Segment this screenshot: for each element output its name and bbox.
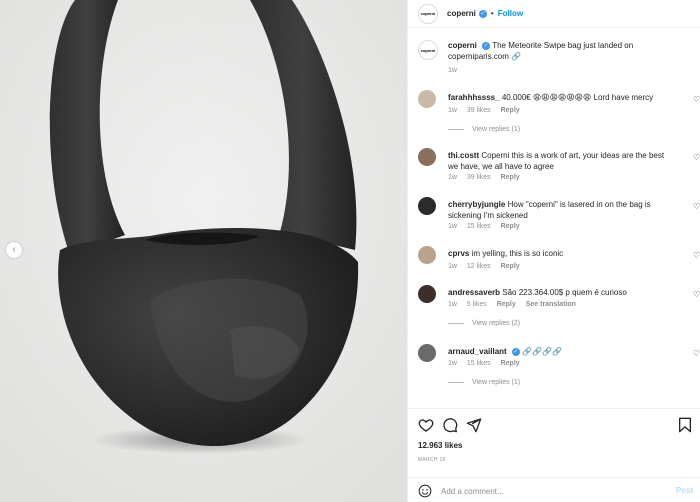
comment-time: 1w <box>448 360 457 367</box>
divider <box>448 128 464 130</box>
reply-button[interactable]: Reply <box>501 223 520 230</box>
comment-likes[interactable]: 15 likes <box>467 223 491 230</box>
emoji-icon[interactable] <box>418 484 432 498</box>
post-sidebar: coperni coperni ✓ • Follow coperni coper… <box>407 0 700 502</box>
comment-meta: 1w 12 likes Reply <box>448 263 528 270</box>
reply-button[interactable]: Reply <box>501 174 520 181</box>
comment-time: 1w <box>448 174 457 181</box>
comment-likes[interactable]: 15 likes <box>467 360 491 367</box>
view-replies-label: View replies (1) <box>472 379 521 386</box>
comment-username[interactable]: arnaud_vaillant <box>448 347 507 356</box>
comment-body: Coperni this is a work of art, your idea… <box>448 151 665 171</box>
post-button[interactable]: Post <box>676 486 693 495</box>
comment-text: thi.costt Coperni this is a work of art,… <box>448 150 674 172</box>
comment-username[interactable]: farahhhssss_ <box>448 93 500 102</box>
heart-icon[interactable]: ♡ <box>693 95 700 104</box>
verified-badge-icon: ✓ <box>478 9 487 18</box>
caption-avatar[interactable]: coperni <box>418 40 438 60</box>
post-footer: 12.963 likes MARCH 16 Post <box>408 408 700 502</box>
action-bar <box>418 417 693 435</box>
reply-button[interactable]: Reply <box>497 301 516 308</box>
comment-body: 🔗🔗🔗🔗 <box>522 347 562 356</box>
comment-username[interactable]: andressaverb <box>448 288 500 297</box>
comment-meta: 1w 39 likes Reply <box>448 107 528 114</box>
commenter-avatar[interactable] <box>418 344 436 362</box>
comment-icon[interactable] <box>442 417 458 433</box>
comment-text: cherrybyjungle How "coperni" is lasered … <box>448 199 674 221</box>
comment-body: São 223.364.00$ p quem é curioso <box>502 288 627 297</box>
divider <box>448 381 464 383</box>
add-comment-bar: Post <box>408 477 700 502</box>
caption-time: 1w <box>448 67 457 74</box>
comment-likes[interactable]: 39 likes <box>467 107 491 114</box>
commenter-avatar[interactable] <box>418 148 436 166</box>
heart-icon[interactable]: ♡ <box>693 349 700 358</box>
comment-meta: 1w 39 likes Reply <box>448 174 528 181</box>
verified-badge-icon: ✓ <box>482 41 491 50</box>
comment-meta: 1w 15 likes Reply <box>448 223 528 230</box>
post-header: coperni coperni ✓ • Follow <box>408 0 700 28</box>
comment-input[interactable] <box>441 484 661 498</box>
comment-likes[interactable]: 12 likes <box>467 263 491 270</box>
verified-badge-icon: ✓ <box>511 347 520 356</box>
comment-meta: 1w 15 likes Reply <box>448 360 528 367</box>
comment-likes[interactable]: 5 likes <box>467 301 487 308</box>
heart-icon[interactable] <box>418 417 434 433</box>
comment-username[interactable]: cprvs <box>448 249 469 258</box>
heart-icon[interactable]: ♡ <box>693 153 700 162</box>
reply-button[interactable]: Reply <box>501 263 520 270</box>
share-icon[interactable] <box>466 417 482 433</box>
comment-text: arnaud_vaillant ✓ 🔗🔗🔗🔗 <box>448 346 674 357</box>
meteorite-bag-illustration <box>0 0 407 502</box>
comment-text: andressaverb São 223.364.00$ p quem é cu… <box>448 287 674 298</box>
comment-text: cprvs im yelling, this is so iconic <box>448 248 674 259</box>
comment-body: im yelling, this is so iconic <box>471 249 564 258</box>
separator-dot: • <box>490 9 494 18</box>
commenter-avatar[interactable] <box>418 90 436 108</box>
comment-text: farahhhssss_ 40.000€ 😩😩😩😩😩😩😩 Lord have m… <box>448 92 674 103</box>
caption-username[interactable]: coperni <box>448 41 477 50</box>
comment-username[interactable]: thi.costt <box>448 151 479 160</box>
reply-button[interactable]: Reply <box>501 360 520 367</box>
divider <box>448 322 464 324</box>
heart-icon[interactable]: ♡ <box>693 251 700 260</box>
post-image[interactable]: ‹ <box>0 0 407 502</box>
post-date: MARCH 16 <box>418 457 446 463</box>
heart-icon[interactable]: ♡ <box>693 202 700 211</box>
view-replies-button[interactable]: View replies (2) <box>448 320 520 327</box>
view-replies-label: View replies (1) <box>472 126 521 133</box>
view-replies-button[interactable]: View replies (1) <box>448 379 520 386</box>
comment-time: 1w <box>448 301 457 308</box>
comments-scroll-area[interactable]: coperni coperni ✓ The Meteorite Swipe ba… <box>408 28 700 408</box>
follow-button[interactable]: Follow <box>498 9 523 18</box>
comment-time: 1w <box>448 223 457 230</box>
chevron-left-icon[interactable]: ‹ <box>6 242 22 258</box>
commenter-avatar[interactable] <box>418 285 436 303</box>
likes-count[interactable]: 12.963 likes <box>418 441 462 450</box>
reply-button[interactable]: Reply <box>501 107 520 114</box>
comment-time: 1w <box>448 107 457 114</box>
comment-time: 1w <box>448 263 457 270</box>
comment-meta: 1w 5 likes Reply See translation <box>448 301 584 308</box>
view-replies-button[interactable]: View replies (1) <box>448 126 520 133</box>
see-translation-button[interactable]: See translation <box>526 301 576 308</box>
commenter-avatar[interactable] <box>418 197 436 215</box>
view-replies-label: View replies (2) <box>472 320 521 327</box>
commenter-avatar[interactable] <box>418 246 436 264</box>
caption-text: coperni ✓ The Meteorite Swipe bag just l… <box>448 40 678 62</box>
comment-body: 40.000€ 😩😩😩😩😩😩😩 Lord have mercy <box>501 93 654 102</box>
avatar[interactable]: coperni <box>418 3 438 24</box>
comment-username[interactable]: cherrybyjungle <box>448 200 505 209</box>
bookmark-icon[interactable] <box>677 417 693 433</box>
comment-likes[interactable]: 39 likes <box>467 174 491 181</box>
heart-icon[interactable]: ♡ <box>693 290 700 299</box>
header-username[interactable]: coperni <box>447 9 476 18</box>
